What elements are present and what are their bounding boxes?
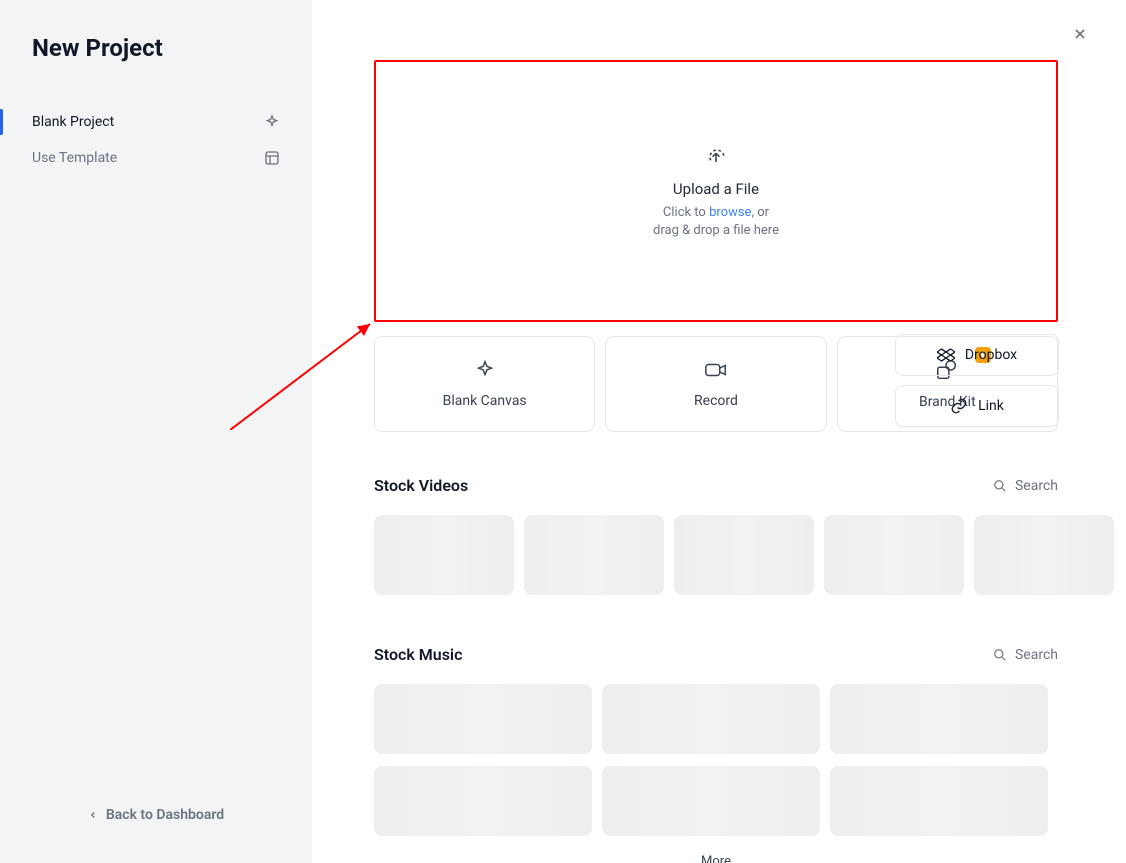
link-icon [950, 397, 968, 415]
upload-title: Upload a File [653, 180, 779, 198]
stock-music-tile[interactable] [602, 766, 820, 836]
stock-videos-section: Stock Videos Search [374, 476, 1058, 595]
sidebar-item-use-template[interactable]: Use Template [0, 140, 312, 176]
chevron-left-icon [88, 810, 98, 820]
upload-dropzone[interactable]: Upload a File Click to browse, or drag &… [374, 60, 1058, 322]
stock-music-tile[interactable] [830, 766, 1048, 836]
section-header: Stock Music Search [374, 645, 1058, 664]
camera-icon [704, 359, 728, 381]
sidebar-footer: Back to Dashboard [0, 807, 312, 863]
cloud-upload-icon [702, 142, 730, 168]
back-label: Back to Dashboard [106, 807, 224, 823]
section-title: Stock Videos [374, 476, 468, 495]
section-header: Stock Videos Search [374, 476, 1058, 495]
stock-music-section: Stock Music Search More [374, 645, 1058, 863]
layout-icon [264, 150, 280, 166]
link-label: Link [978, 398, 1004, 414]
search-stock-music[interactable]: Search [993, 647, 1058, 663]
blank-canvas-card[interactable]: Blank Canvas [374, 336, 595, 432]
dropbox-icon [937, 347, 955, 363]
upload-inner: Upload a File Click to browse, or drag &… [653, 142, 779, 239]
back-to-dashboard-link[interactable]: Back to Dashboard [88, 807, 224, 823]
upload-subtitle: Click to browse, or drag & drop a file h… [653, 204, 779, 239]
card-label: Blank Canvas [443, 393, 527, 409]
search-icon [993, 479, 1007, 493]
stock-video-tile[interactable] [974, 515, 1114, 595]
sidebar-items: Blank Project Use Template [0, 86, 312, 176]
browse-link[interactable]: browse [709, 205, 751, 220]
stock-music-tile[interactable] [374, 684, 592, 754]
page-title: New Project [0, 0, 312, 86]
search-label: Search [1015, 478, 1058, 494]
more-music-link[interactable]: More [374, 848, 1058, 863]
card-label: Record [694, 393, 738, 409]
main-content: Upload a File Click to browse, or drag &… [312, 0, 1126, 863]
dropbox-button[interactable]: Dropbox [895, 334, 1059, 376]
search-label: Search [1015, 647, 1058, 663]
stock-music-tile[interactable] [830, 684, 1048, 754]
sidebar-item-label: Use Template [32, 150, 117, 166]
music-row [374, 766, 1058, 836]
link-button[interactable]: Link [895, 385, 1059, 427]
sidebar-item-blank-project[interactable]: Blank Project [0, 104, 312, 140]
sparkle-icon [474, 359, 496, 381]
upload-sub-prefix: Click to [663, 205, 709, 220]
stock-music-tile[interactable] [602, 684, 820, 754]
record-card[interactable]: Record [605, 336, 826, 432]
upload-sub-suffix: , or [751, 205, 769, 220]
search-icon [993, 648, 1007, 662]
stock-video-tile[interactable] [674, 515, 814, 595]
sidebar: New Project Blank Project Use Template B… [0, 0, 312, 863]
side-actions: Dropbox Link [895, 334, 1059, 427]
section-title: Stock Music [374, 645, 462, 664]
search-stock-videos[interactable]: Search [993, 478, 1058, 494]
close-button[interactable] [1068, 22, 1092, 46]
stock-videos-row [374, 515, 1116, 595]
sidebar-item-label: Blank Project [32, 114, 114, 130]
sparkle-icon [264, 114, 280, 130]
dropbox-label: Dropbox [965, 347, 1017, 363]
stock-video-tile[interactable] [524, 515, 664, 595]
music-row [374, 684, 1058, 754]
stock-video-tile[interactable] [374, 515, 514, 595]
upload-sub-line2: drag & drop a file here [653, 223, 779, 238]
stock-music-tile[interactable] [374, 766, 592, 836]
stock-video-tile[interactable] [824, 515, 964, 595]
